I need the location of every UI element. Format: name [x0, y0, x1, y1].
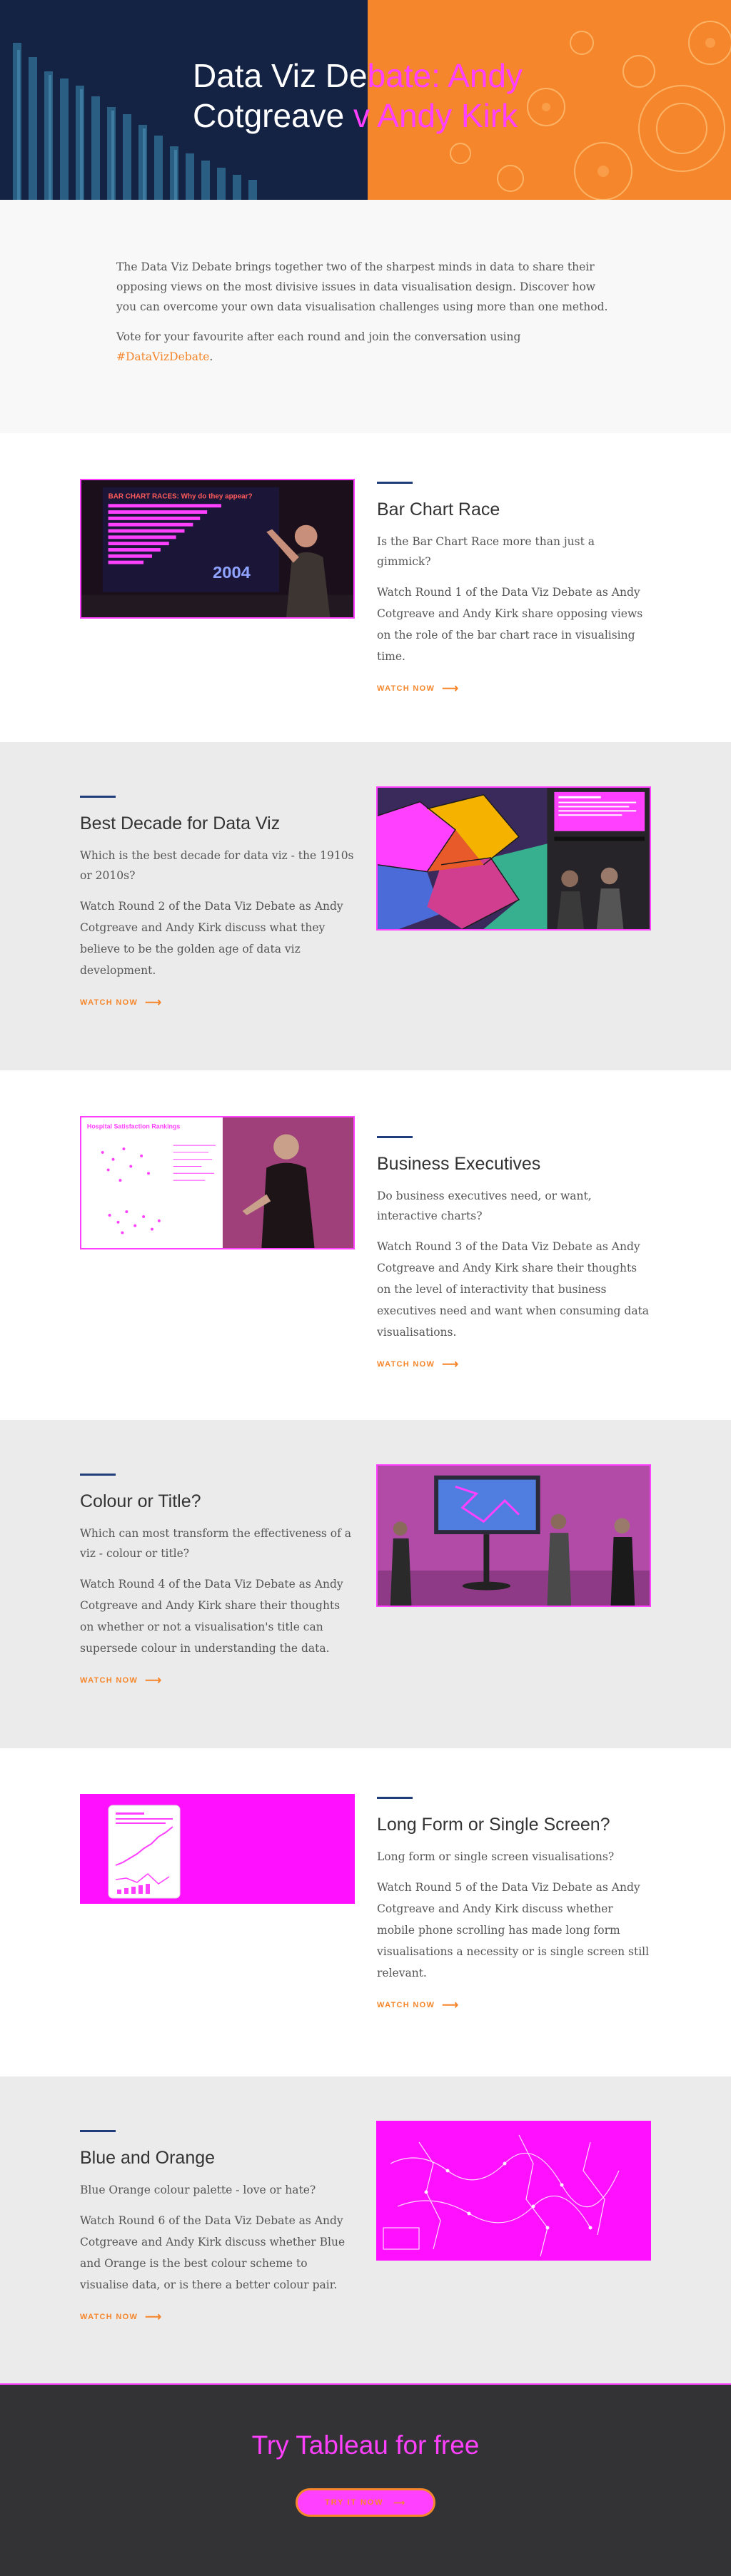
colour-title-thumbnail-image: [378, 1466, 650, 1606]
round-5-section: Long Form or Single Screen? Long form or…: [0, 1748, 731, 2076]
round-6-question: Blue Orange colour palette - love or hat…: [80, 2184, 316, 2196]
bar-race-thumbnail-image: BAR CHART RACES: Why do they appear? 200…: [81, 480, 353, 617]
round-6-text: Blue and Orange Blue Orange colour palet…: [80, 2130, 355, 2324]
round-4-title: Colour or Title?: [80, 1491, 201, 1511]
arrow-right-icon: ⟶: [145, 2311, 162, 2323]
round-1-watch-now-link[interactable]: WATCH NOW ⟶: [377, 681, 458, 696]
intro-vote-text: Vote for your favourite after each round…: [116, 330, 521, 343]
long-form-thumbnail-image: [80, 1794, 355, 1904]
cta-section: Try Tableau for free TRY IT NOW ⟶: [0, 2383, 731, 2576]
round-3-watch-now-link[interactable]: WATCH NOW ⟶: [377, 1357, 458, 1371]
intro-paragraph: The Data Viz Debate brings together two …: [116, 260, 608, 313]
round-3-description: Watch Round 3 of the Data Viz Debate as …: [377, 1240, 650, 1339]
round-3-text: Business Executives Do business executiv…: [377, 1136, 652, 1371]
round-5-title: Long Form or Single Screen?: [377, 1815, 610, 1835]
bar-race-slide-title: BAR CHART RACES: Why do they appear?: [109, 493, 253, 501]
hashtag-link[interactable]: #DataVizDebate: [116, 350, 209, 363]
round-4-description: Watch Round 4 of the Data Viz Debate as …: [80, 1578, 343, 1655]
arrow-right-icon: ⟶: [442, 683, 459, 695]
page-title: Data Viz Debate: Andy Cotgreave v Andy K…: [193, 56, 593, 136]
watch-now-label: WATCH NOW: [377, 1360, 435, 1369]
round-1-text: Bar Chart Race Is the Bar Chart Race mor…: [377, 482, 652, 696]
arrow-right-icon: ⟶: [393, 2498, 406, 2507]
round-3-video-thumbnail[interactable]: Hospital Satisfaction Rankings: [80, 1116, 355, 1249]
round-3-question: Do business executives need, or want, in…: [377, 1190, 592, 1222]
round-6-description: Watch Round 6 of the Data Viz Debate as …: [80, 2214, 346, 2291]
executives-slide-title: Hospital Satisfaction Rankings: [87, 1123, 181, 1130]
watch-now-label: WATCH NOW: [377, 2001, 435, 2009]
watch-now-label: WATCH NOW: [80, 2313, 138, 2321]
intro-period: .: [209, 350, 213, 363]
try-it-now-label: TRY IT NOW: [325, 2498, 384, 2507]
round-5-text: Long Form or Single Screen? Long form or…: [377, 1797, 652, 2012]
decade-thumbnail-image: [378, 788, 650, 929]
round-2-title: Best Decade for Data Viz: [80, 813, 281, 833]
round-2-watch-now-link[interactable]: WATCH NOW ⟶: [80, 995, 161, 1010]
round-4-section: Colour or Title? Which can most transfor…: [0, 1420, 731, 1748]
arrow-right-icon: ⟶: [145, 1675, 162, 1687]
blue-orange-thumbnail-image: [376, 2121, 651, 2261]
round-2-video-thumbnail[interactable]: [376, 786, 651, 930]
section-rule: [377, 482, 413, 484]
round-2-question: Which is the best decade for data viz - …: [80, 849, 354, 882]
watch-now-label: WATCH NOW: [80, 998, 138, 1007]
round-5-question: Long form or single screen visualisation…: [377, 1850, 615, 1863]
arrow-right-icon: ⟶: [442, 1999, 459, 2012]
round-6-title: Blue and Orange: [80, 2148, 216, 2168]
try-it-now-button[interactable]: TRY IT NOW ⟶: [296, 2488, 435, 2517]
round-1-title: Bar Chart Race: [377, 500, 500, 519]
round-5-video-thumbnail[interactable]: [80, 1794, 355, 1904]
round-3-title: Business Executives: [377, 1154, 541, 1174]
arrow-right-icon: ⟶: [145, 997, 162, 1009]
watch-now-label: WATCH NOW: [80, 1676, 138, 1685]
section-rule: [80, 2130, 116, 2132]
round-4-video-thumbnail[interactable]: [376, 1464, 651, 1607]
title-line2-highlight: v Andy Kirk: [353, 97, 518, 134]
round-5-watch-now-link[interactable]: WATCH NOW ⟶: [377, 1998, 458, 2012]
title-line2-plain: Cotgreave: [193, 97, 354, 134]
title-line1-highlight: bate: Andy: [367, 57, 523, 94]
section-rule: [80, 796, 116, 798]
watch-now-label: WATCH NOW: [377, 684, 435, 693]
round-4-text: Colour or Title? Which can most transfor…: [80, 1474, 355, 1688]
round-6-section: Blue and Orange Blue Orange colour palet…: [0, 2076, 731, 2383]
cta-heading: Try Tableau for free: [251, 2430, 480, 2460]
title-line1-plain: Data Viz De: [193, 57, 368, 94]
round-6-video-thumbnail[interactable]: [376, 2121, 651, 2261]
round-2-description: Watch Round 2 of the Data Viz Debate as …: [80, 900, 343, 977]
round-5-description: Watch Round 5 of the Data Viz Debate as …: [377, 1881, 650, 1979]
section-rule: [80, 1474, 116, 1476]
round-6-watch-now-link[interactable]: WATCH NOW ⟶: [80, 2310, 161, 2324]
round-2-section: Best Decade for Data Viz Which is the be…: [0, 742, 731, 1070]
bar-race-year: 2004: [213, 564, 251, 582]
round-1-question: Is the Bar Chart Race more than just a g…: [377, 535, 595, 568]
round-2-text: Best Decade for Data Viz Which is the be…: [80, 796, 355, 1010]
arrow-right-icon: ⟶: [442, 1359, 459, 1371]
round-1-section: BAR CHART RACES: Why do they appear? 200…: [0, 433, 731, 742]
round-4-watch-now-link[interactable]: WATCH NOW ⟶: [80, 1673, 161, 1688]
section-rule: [377, 1797, 413, 1799]
round-1-video-thumbnail[interactable]: BAR CHART RACES: Why do they appear? 200…: [80, 479, 355, 619]
round-4-question: Which can most transform the effectivene…: [80, 1527, 352, 1560]
round-3-section: Hospital Satisfaction Rankings Business …: [0, 1070, 731, 1420]
intro-section: The Data Viz Debate brings together two …: [0, 200, 731, 433]
round-1-description: Watch Round 1 of the Data Viz Debate as …: [377, 586, 643, 663]
executives-thumbnail-image: Hospital Satisfaction Rankings: [81, 1117, 353, 1248]
section-rule: [377, 1136, 413, 1138]
intro-vote-paragraph: Vote for your favourite after each round…: [116, 327, 616, 367]
hero-banner: Data Viz Debate: Andy Cotgreave v Andy K…: [0, 0, 731, 200]
